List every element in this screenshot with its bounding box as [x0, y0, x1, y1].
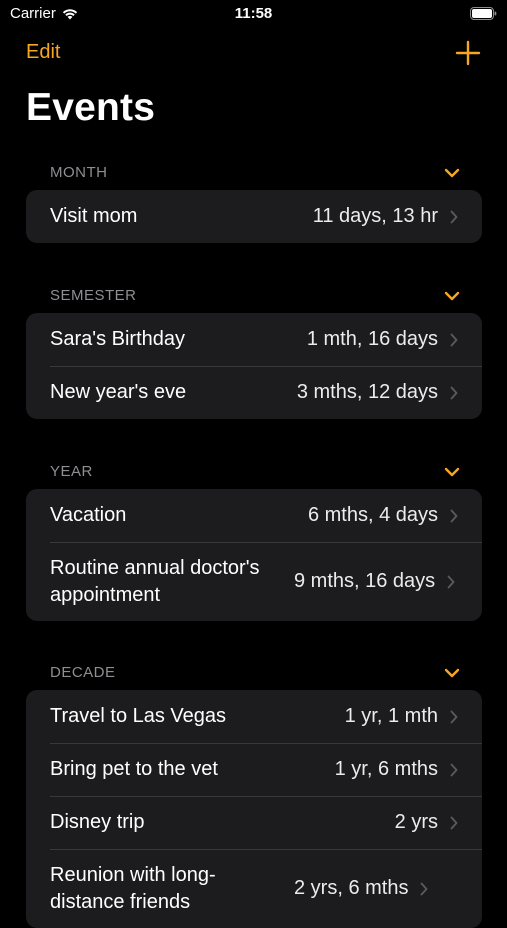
section-header: SEMESTER [26, 283, 482, 313]
event-title: Vacation [50, 504, 127, 526]
section-month: MONTH Visit mom 11 days, 13 hr [26, 160, 482, 243]
section-title: SEMESTER [50, 287, 137, 304]
status-bar: Carrier 11:58 [0, 0, 507, 30]
section-decade: DECADE Travel to Las Vegas 1 yr, 1 mth B… [26, 660, 482, 928]
status-time: 11:58 [234, 5, 273, 22]
event-list: Vacation 6 mths, 4 days Routine annual d… [26, 489, 482, 621]
event-title: Travel to Las Vegas [50, 705, 227, 727]
chevron-down-icon[interactable] [444, 466, 460, 478]
event-countdown: 9 mths, 16 days [294, 570, 436, 592]
section-title: MONTH [50, 164, 108, 181]
chevron-down-icon[interactable] [444, 290, 460, 302]
event-countdown: 1 mth, 16 days [306, 328, 438, 350]
chevron-right-icon [450, 210, 458, 223]
event-title: Sara's Birthday [50, 328, 185, 350]
chevron-down-icon[interactable] [444, 667, 460, 679]
event-title: Visit mom [50, 205, 138, 227]
chevron-right-icon [421, 882, 428, 895]
event-countdown: 3 mths, 12 days [296, 381, 438, 403]
chevron-right-icon [450, 509, 458, 522]
section-title: YEAR [50, 463, 93, 480]
event-row[interactable]: Reunion with long-distance friends 2 yrs… [26, 849, 482, 928]
event-row[interactable]: Travel to Las Vegas 1 yr, 1 mth [26, 690, 482, 743]
event-countdown: 1 yr, 6 mths [334, 758, 438, 780]
event-row[interactable]: Visit mom 11 days, 13 hr [26, 190, 482, 243]
event-list: Visit mom 11 days, 13 hr [26, 190, 482, 243]
chevron-right-icon [450, 816, 458, 829]
event-title: Reunion with long-distance friends [50, 863, 216, 913]
battery-icon [470, 7, 497, 20]
event-row[interactable]: Disney trip 2 yrs [26, 796, 482, 849]
chevron-down-icon[interactable] [444, 167, 460, 179]
chevron-right-icon [450, 386, 458, 399]
event-countdown: 2 yrs [394, 811, 438, 833]
event-countdown: 6 mths, 4 days [307, 504, 438, 526]
chevron-right-icon [450, 710, 458, 723]
event-list: Sara's Birthday 1 mth, 16 days New year'… [26, 313, 482, 419]
event-row[interactable]: New year's eve 3 mths, 12 days [26, 366, 482, 419]
chevron-right-icon [450, 763, 458, 776]
section-header: MONTH [26, 160, 482, 190]
section-year: YEAR Vacation 6 mths, 4 days Routine ann… [26, 459, 482, 621]
event-countdown: 1 yr, 1 mth [344, 705, 438, 727]
chevron-right-icon [447, 575, 455, 588]
event-row[interactable]: Vacation 6 mths, 4 days [26, 489, 482, 542]
event-row[interactable]: Routine annual doctor's appointment 9 mt… [26, 542, 482, 621]
event-countdown: 2 yrs, 6 mths [294, 877, 409, 899]
section-semester: SEMESTER Sara's Birthday 1 mth, 16 days … [26, 283, 482, 419]
chevron-right-icon [450, 333, 458, 346]
section-header: YEAR [26, 459, 482, 489]
section-header: DECADE [26, 660, 482, 690]
page-title: Events [26, 86, 156, 129]
navigation-bar: Edit [0, 36, 507, 72]
event-countdown: 11 days, 13 hr [312, 205, 438, 227]
event-list: Travel to Las Vegas 1 yr, 1 mth Bring pe… [26, 690, 482, 928]
edit-button[interactable]: Edit [26, 41, 60, 64]
event-title: Disney trip [50, 811, 145, 833]
add-icon[interactable] [455, 40, 481, 66]
section-title: DECADE [50, 664, 116, 681]
event-title: Bring pet to the vet [50, 758, 218, 780]
event-title: Routine annual doctor's appointment [50, 556, 260, 606]
event-row[interactable]: Sara's Birthday 1 mth, 16 days [26, 313, 482, 366]
event-title: New year's eve [50, 381, 187, 403]
event-row[interactable]: Bring pet to the vet 1 yr, 6 mths [26, 743, 482, 796]
